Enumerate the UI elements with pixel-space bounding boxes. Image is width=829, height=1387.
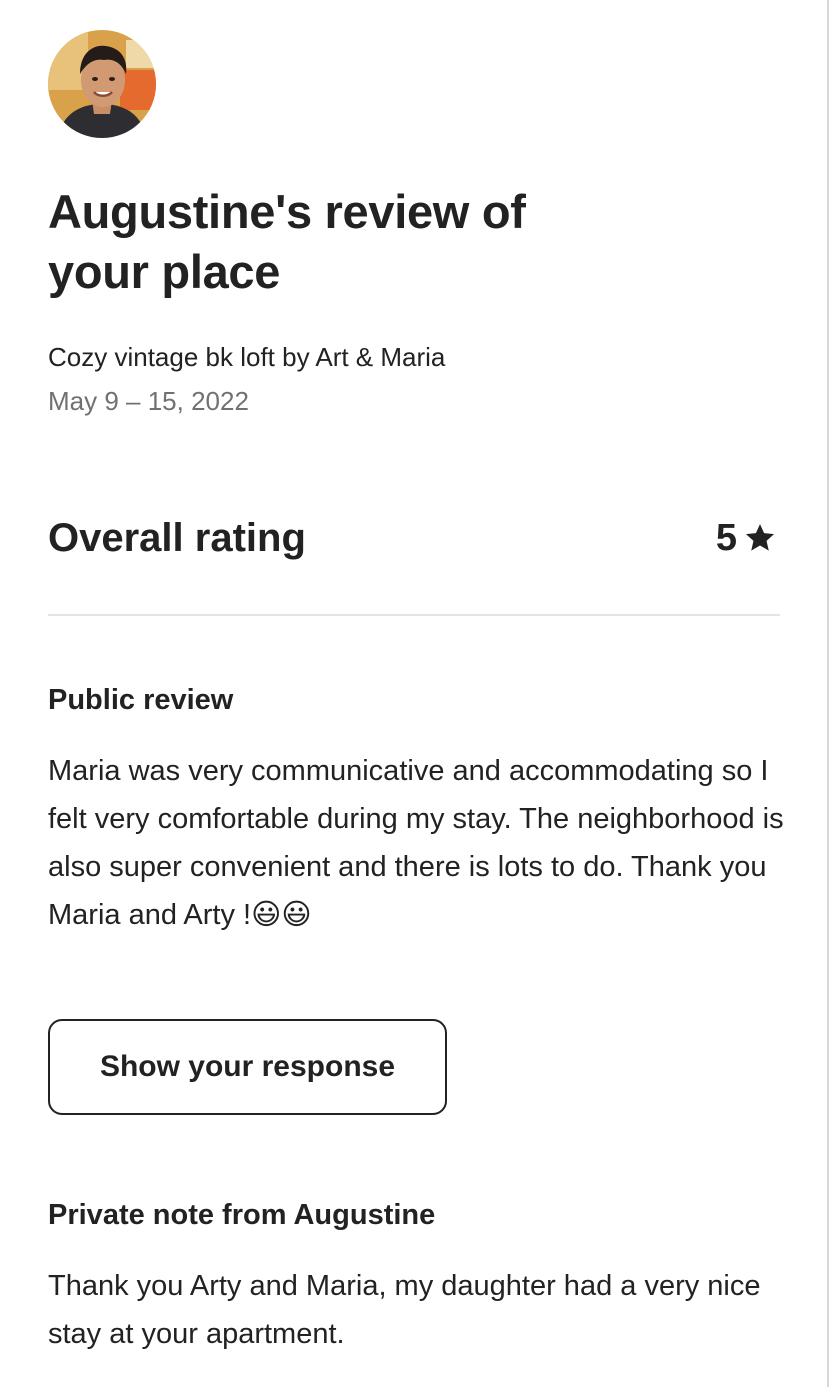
overall-rating-label: Overall rating: [48, 516, 306, 560]
public-review-heading: Public review: [48, 684, 234, 716]
show-response-button[interactable]: Show your response: [48, 1019, 447, 1115]
page-title-line-1: Augustine's review of: [48, 185, 526, 238]
listing-name: Cozy vintage bk loft by Art & Maria: [48, 342, 446, 372]
page-title-line-2: your place: [48, 245, 281, 298]
private-note-heading: Private note from Augustine: [48, 1199, 436, 1231]
reviewer-photo: [48, 30, 156, 138]
overall-rating-value: 5: [716, 512, 777, 564]
public-review-text: Maria was very communicative and accommo…: [48, 755, 784, 931]
rating-number: 5: [715, 516, 737, 559]
star-icon: [745, 524, 775, 551]
avatar: [48, 30, 156, 138]
divider: [48, 614, 780, 616]
stay-dates: May 9 – 15, 2022: [48, 386, 249, 416]
page-title: Augustine's review of your place: [48, 182, 688, 302]
private-note-text: Thank you Arty and Maria, my daughter ha…: [48, 1270, 761, 1350]
